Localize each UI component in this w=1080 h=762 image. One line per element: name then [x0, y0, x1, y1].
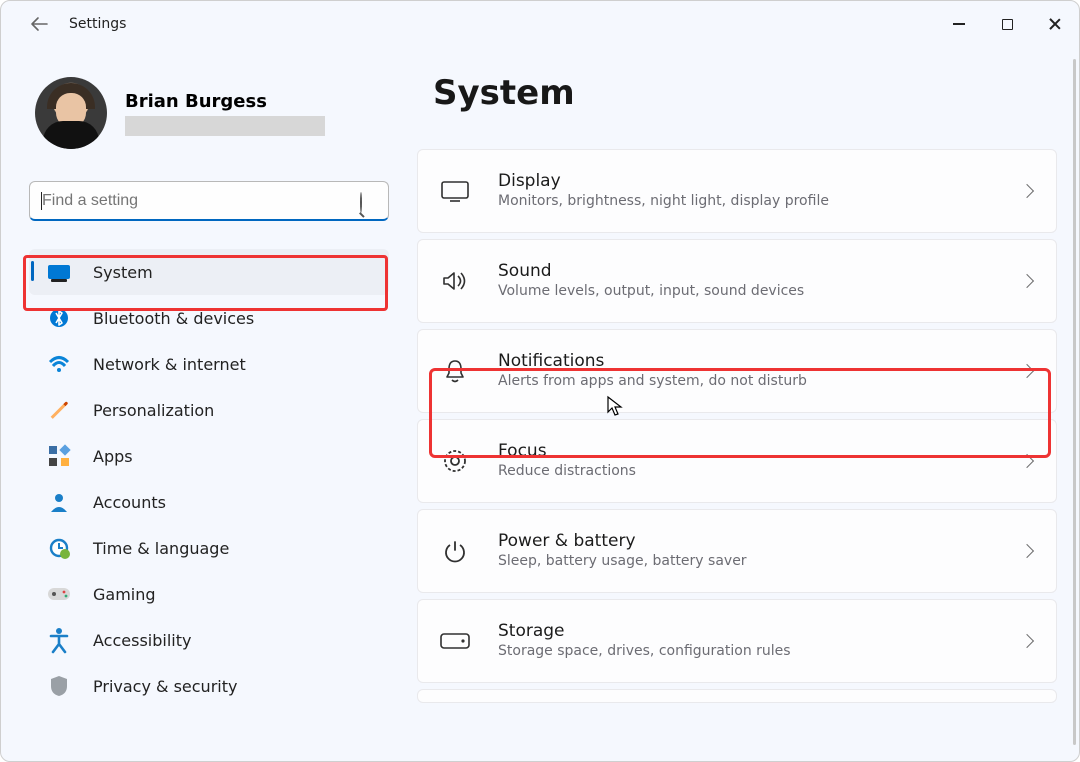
card-display[interactable]: Display Monitors, brightness, night ligh…: [417, 149, 1057, 233]
sidebar-item-privacy[interactable]: Privacy & security: [29, 663, 389, 709]
card-title: Sound: [498, 260, 992, 282]
card-desc: Reduce distractions: [498, 462, 992, 482]
card-cutoff: [417, 689, 1057, 703]
search-icon: [360, 193, 376, 209]
accessibility-icon: [47, 628, 71, 652]
sidebar-item-label: Bluetooth & devices: [93, 309, 254, 328]
card-title: Storage: [498, 620, 992, 642]
apps-icon: [47, 444, 71, 468]
chevron-right-icon: [1020, 544, 1034, 558]
sidebar-item-label: Personalization: [93, 401, 214, 420]
card-desc: Monitors, brightness, night light, displ…: [498, 192, 992, 212]
sidebar-item-label: Privacy & security: [93, 677, 237, 696]
user-name: Brian Burgess: [125, 91, 325, 112]
sidebar-item-label: Apps: [93, 447, 133, 466]
gamepad-icon: [47, 582, 71, 606]
sidebar-item-label: System: [93, 263, 153, 282]
sidebar-item-personalization[interactable]: Personalization: [29, 387, 389, 433]
power-icon: [442, 538, 468, 564]
sidebar-item-accessibility[interactable]: Accessibility: [29, 617, 389, 663]
window-minimize-button[interactable]: [935, 1, 983, 47]
card-sound[interactable]: Sound Volume levels, output, input, soun…: [417, 239, 1057, 323]
window-maximize-button[interactable]: [983, 1, 1031, 47]
sidebar-item-label: Network & internet: [93, 355, 246, 374]
display-icon: [442, 178, 468, 204]
window-close-button[interactable]: [1031, 1, 1079, 47]
card-title: Power & battery: [498, 530, 992, 552]
chevron-right-icon: [1020, 634, 1034, 648]
sidebar-item-apps[interactable]: Apps: [29, 433, 389, 479]
system-icon: [47, 260, 71, 284]
back-button[interactable]: [25, 10, 53, 38]
bluetooth-icon: [47, 306, 71, 330]
card-title: Notifications: [498, 350, 992, 372]
chevron-right-icon: [1020, 184, 1034, 198]
user-email-redacted: [125, 116, 325, 136]
search-input[interactable]: [29, 181, 389, 221]
card-desc: Alerts from apps and system, do not dist…: [498, 372, 992, 392]
card-title: Focus: [498, 440, 992, 462]
card-power[interactable]: Power & battery Sleep, battery usage, ba…: [417, 509, 1057, 593]
sidebar-item-bluetooth[interactable]: Bluetooth & devices: [29, 295, 389, 341]
sidebar-item-network[interactable]: Network & internet: [29, 341, 389, 387]
accounts-icon: [47, 490, 71, 514]
scrollbar[interactable]: [1073, 59, 1076, 745]
sidebar-item-time[interactable]: Time & language: [29, 525, 389, 571]
sidebar-item-accounts[interactable]: Accounts: [29, 479, 389, 525]
app-title: Settings: [69, 16, 126, 32]
focus-icon: [442, 448, 468, 474]
sidebar-item-gaming[interactable]: Gaming: [29, 571, 389, 617]
sidebar-item-label: Gaming: [93, 585, 156, 604]
page-title: System: [433, 73, 1057, 113]
bell-icon: [442, 358, 468, 384]
sidebar-item-label: Accessibility: [93, 631, 191, 650]
card-desc: Sleep, battery usage, battery saver: [498, 552, 992, 572]
shield-icon: [47, 674, 71, 698]
card-desc: Storage space, drives, configuration rul…: [498, 642, 992, 662]
sidebar-item-system[interactable]: System: [29, 249, 389, 295]
chevron-right-icon: [1020, 274, 1034, 288]
sound-icon: [442, 268, 468, 294]
avatar[interactable]: [35, 77, 107, 149]
chevron-right-icon: [1020, 454, 1034, 468]
sidebar-item-label: Time & language: [93, 539, 229, 558]
wifi-icon: [47, 352, 71, 376]
sidebar-item-label: Accounts: [93, 493, 166, 512]
card-focus[interactable]: Focus Reduce distractions: [417, 419, 1057, 503]
card-storage[interactable]: Storage Storage space, drives, configura…: [417, 599, 1057, 683]
clock-globe-icon: [47, 536, 71, 560]
chevron-right-icon: [1020, 364, 1034, 378]
storage-icon: [442, 628, 468, 654]
search-field[interactable]: [42, 192, 360, 210]
paintbrush-icon: [47, 398, 71, 422]
card-desc: Volume levels, output, input, sound devi…: [498, 282, 992, 302]
card-notifications[interactable]: Notifications Alerts from apps and syste…: [417, 329, 1057, 413]
card-title: Display: [498, 170, 992, 192]
